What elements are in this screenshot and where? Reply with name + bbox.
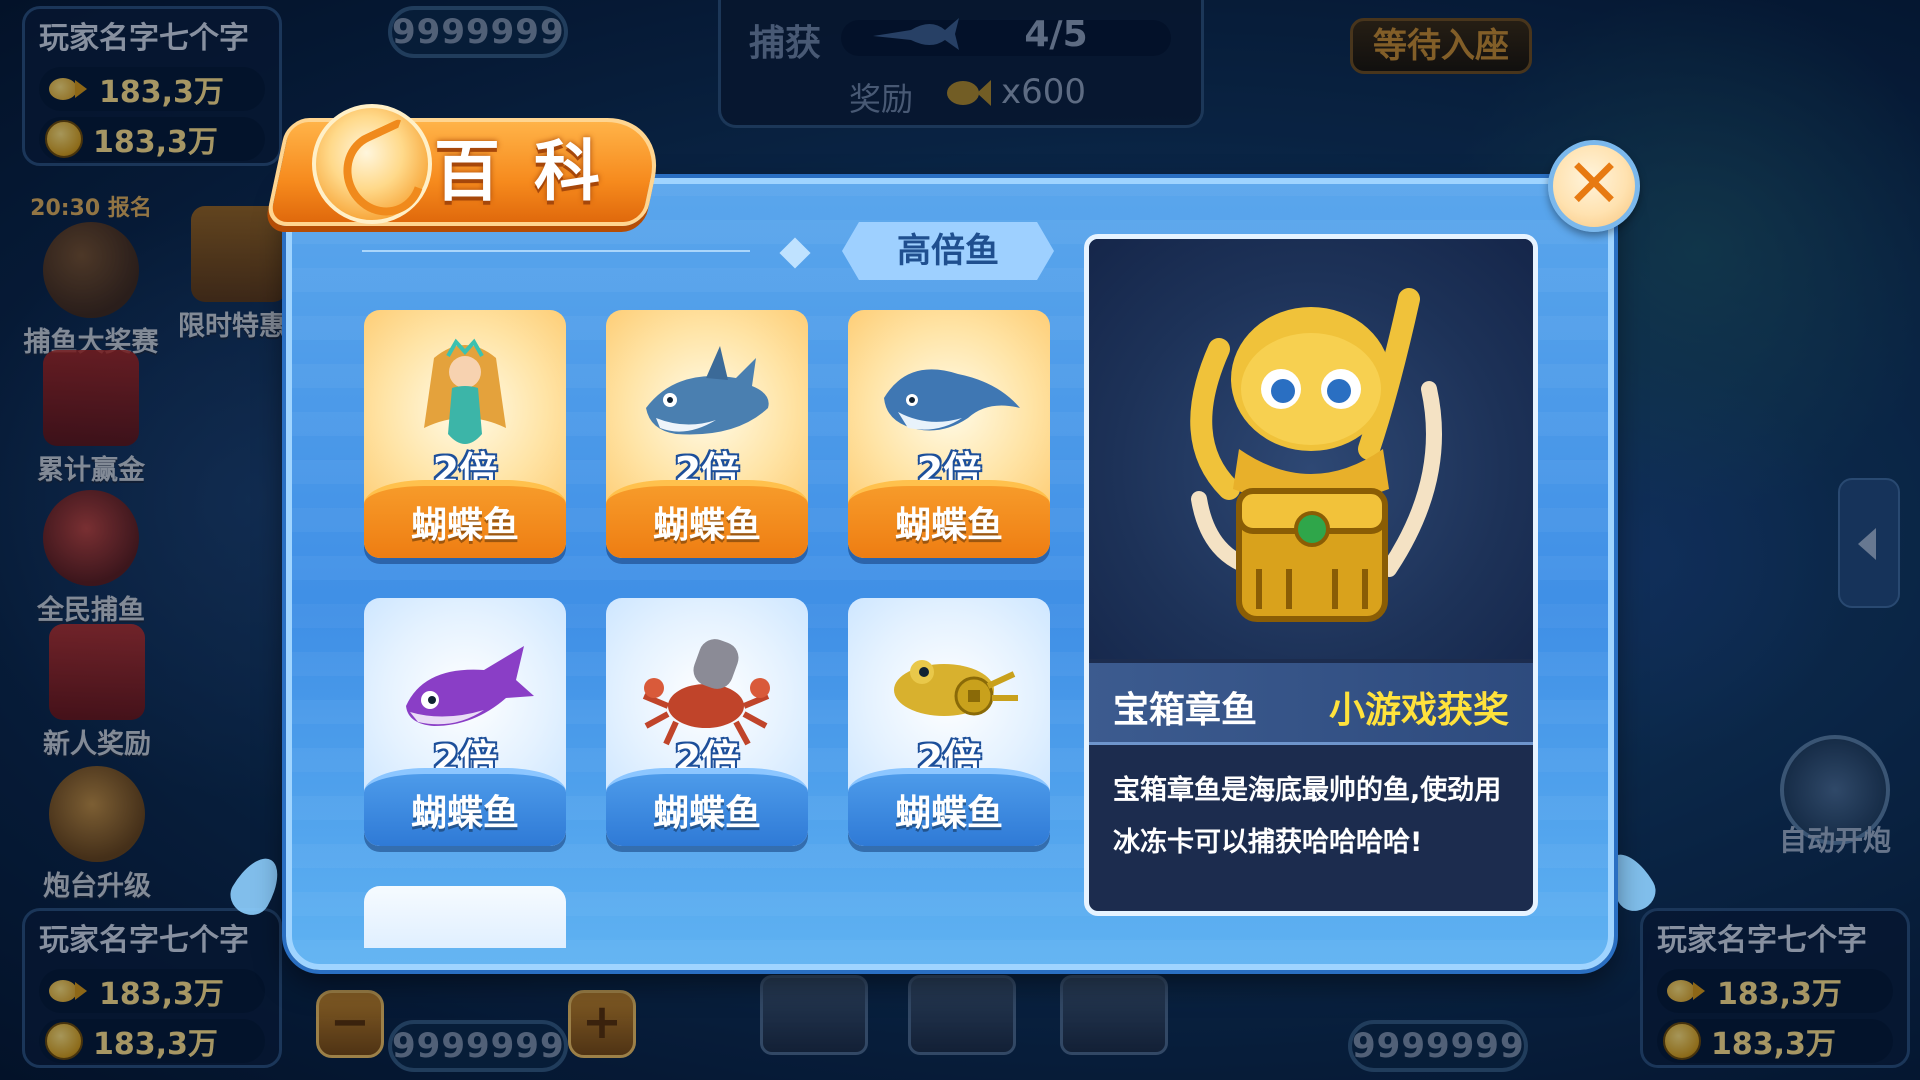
fish-name: 蝴蝶鱼 [410, 505, 519, 546]
fish-detail-tag: 小游戏获奖 [1328, 690, 1509, 731]
tab-high-multiplier-fish[interactable]: 高倍鱼 [842, 222, 1054, 280]
close-icon[interactable]: ✕ [1548, 140, 1640, 232]
fish-detail-description: 宝箱章鱼是海底最帅的鱼,使劲用冰冻卡可以捕获哈哈哈哈! [1113, 775, 1502, 858]
fish-card-mermaid[interactable]: 2倍 蝴蝶鱼 [364, 310, 566, 558]
fish-card-cannon-crab[interactable]: 2倍 蝴蝶鱼 [606, 598, 808, 846]
fish-card-partial[interactable] [364, 886, 566, 948]
fish-detail-name-bar: 宝箱章鱼 小游戏获奖 [1089, 663, 1533, 745]
fish-name: 蝴蝶鱼 [652, 793, 761, 834]
modal-title: 百科 [434, 133, 634, 210]
fish-card-manta-ray[interactable]: 2倍 蝴蝶鱼 [848, 310, 1050, 558]
fish-card-purple-fish[interactable]: 2倍 蝴蝶鱼 [364, 598, 566, 846]
fish-detail-art [1089, 239, 1533, 659]
fish-name: 蝴蝶鱼 [410, 793, 519, 834]
fish-name: 蝴蝶鱼 [894, 793, 1003, 834]
divider-line [362, 250, 750, 252]
treasure-octopus-icon [1190, 288, 1442, 622]
fish-card-golden-toad[interactable]: 2倍 蝴蝶鱼 [848, 598, 1050, 846]
fish-detail-name: 宝箱章鱼 [1113, 690, 1258, 731]
fish-name: 蝴蝶鱼 [652, 505, 761, 546]
fish-detail-panel: 宝箱章鱼 小游戏获奖 宝箱章鱼是海底最帅的鱼,使劲用冰冻卡可以捕获哈哈哈哈! [1084, 234, 1538, 916]
fish-card-shark[interactable]: 2倍 蝴蝶鱼 [606, 310, 808, 558]
fish-emblem-icon [312, 104, 432, 224]
fish-name: 蝴蝶鱼 [894, 505, 1003, 546]
